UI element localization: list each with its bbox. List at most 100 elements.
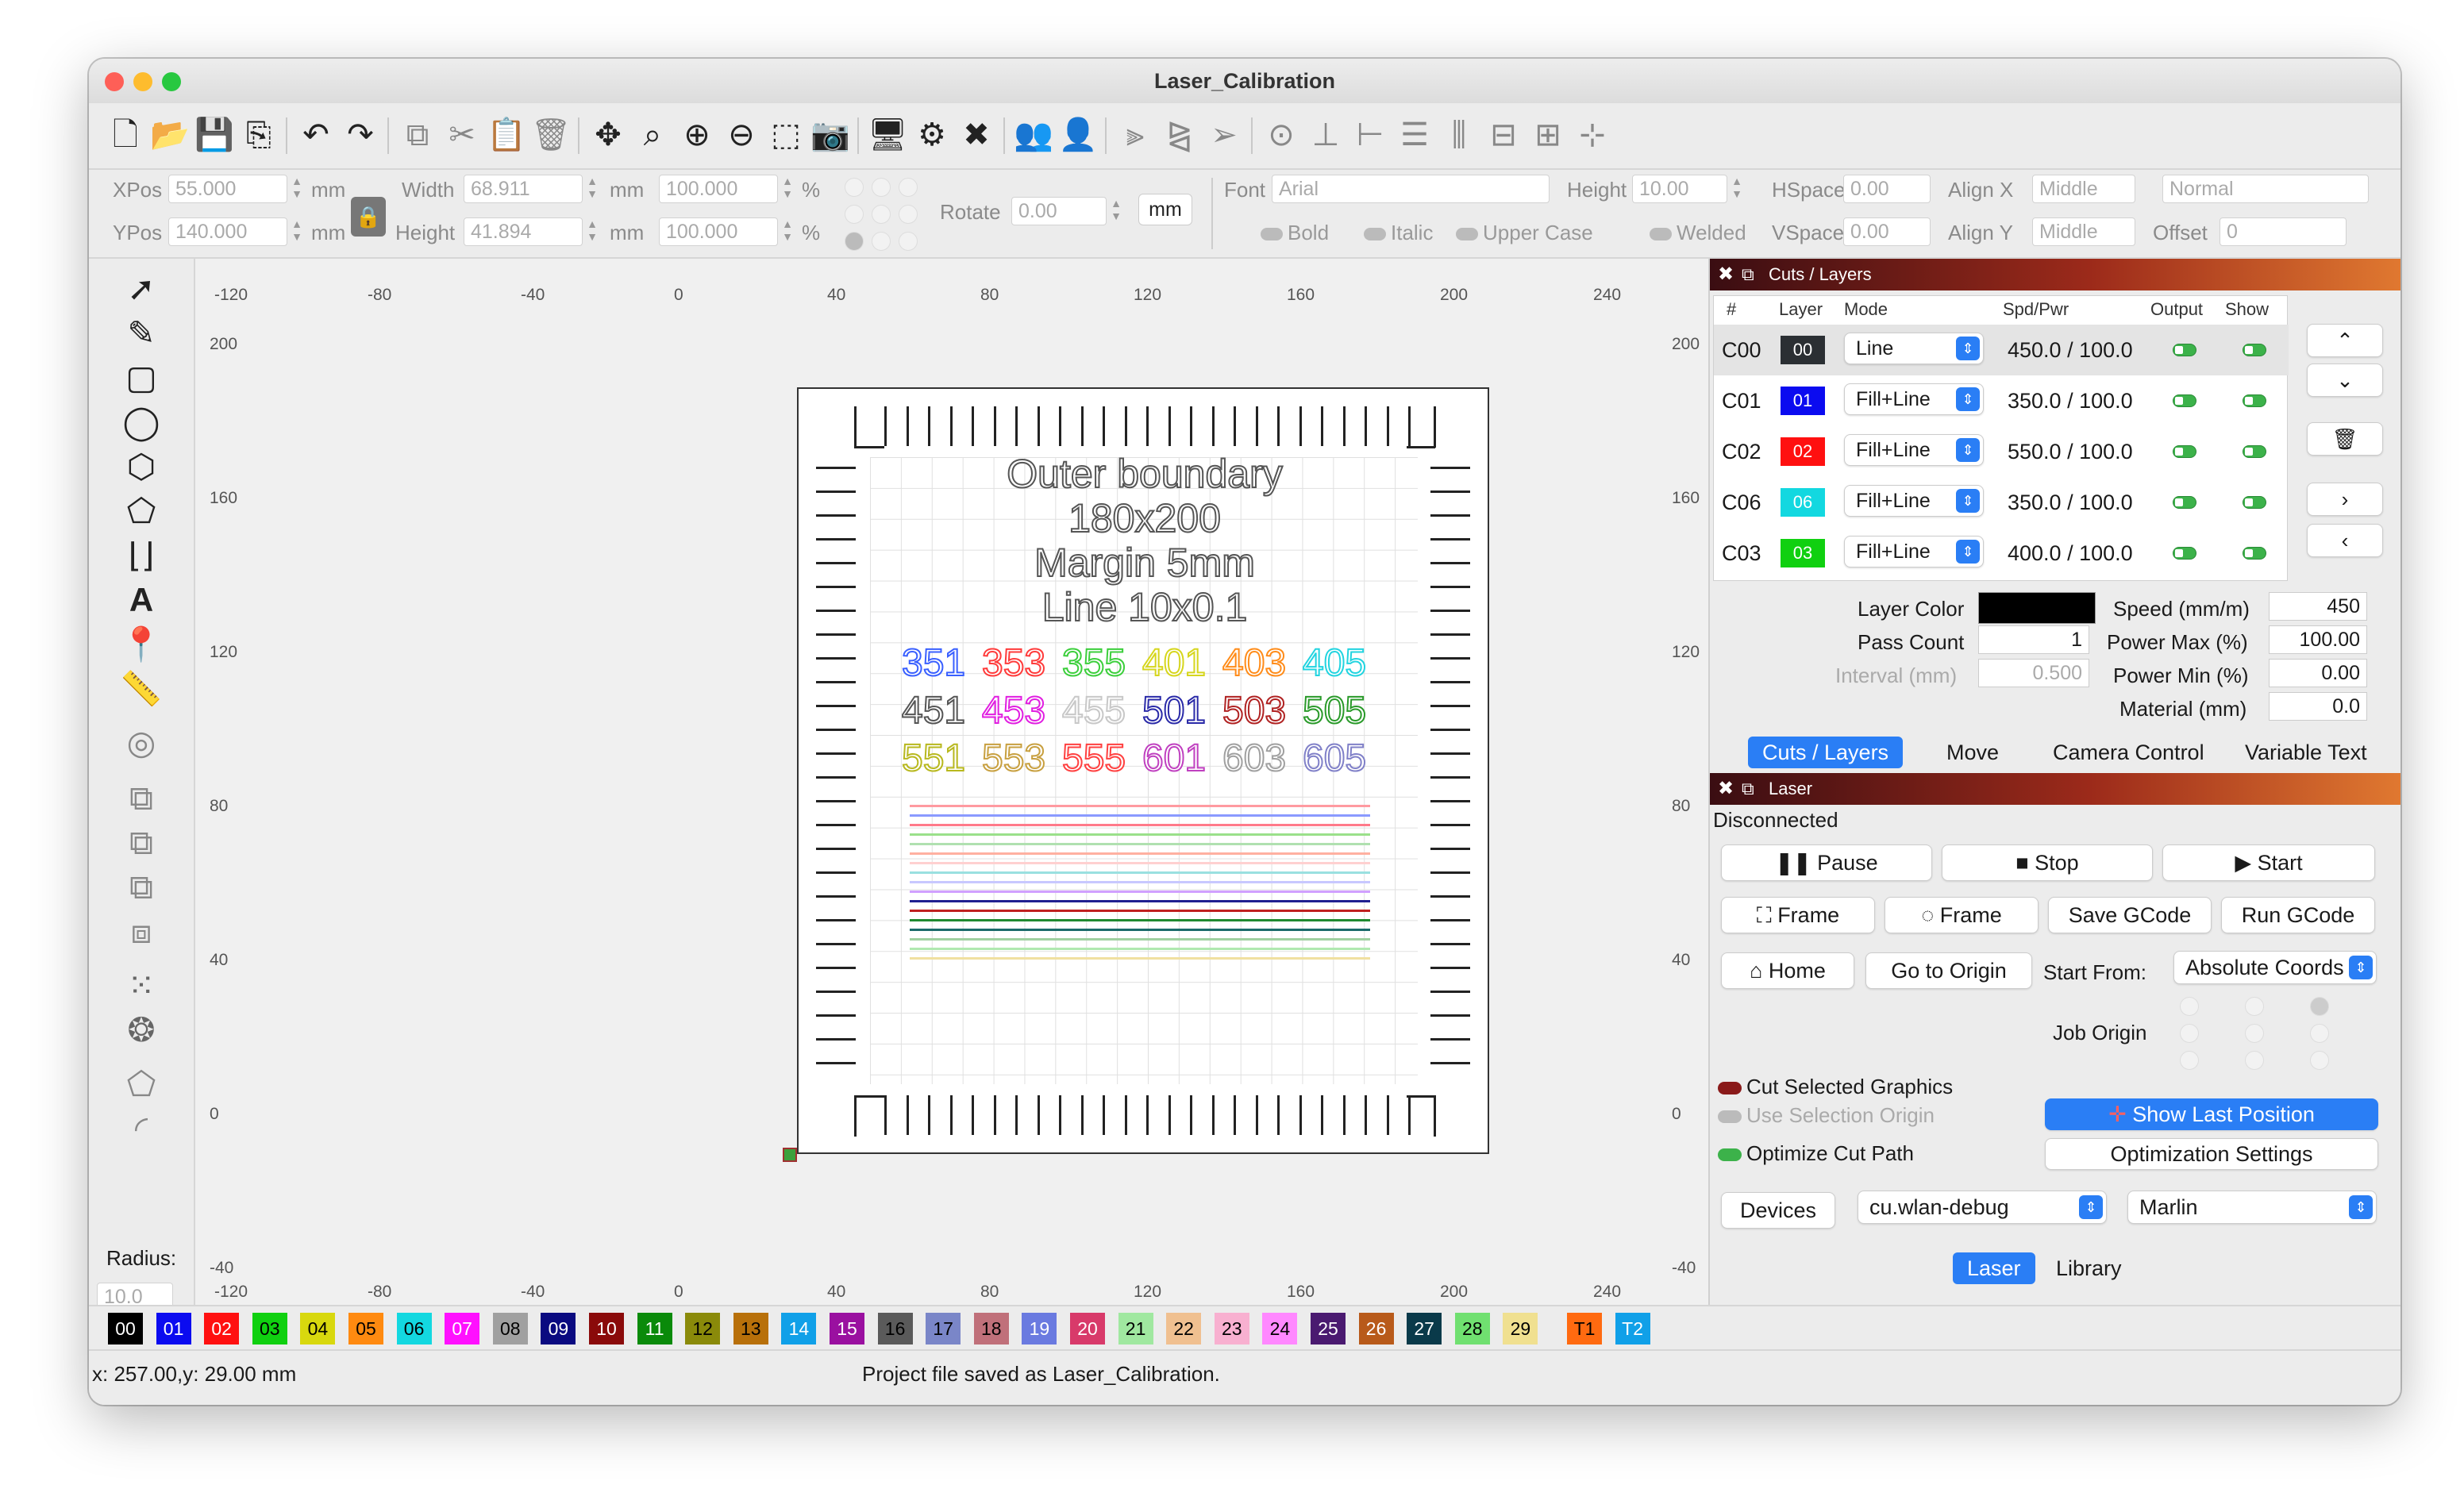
width-input[interactable]: 68.911 [464, 175, 583, 203]
measure-icon[interactable]: 📏 [117, 668, 165, 710]
palette-color-24[interactable]: 24 [1262, 1313, 1298, 1345]
optimize-cut-path-checkbox[interactable]: Optimize Cut Path [1718, 1141, 1914, 1166]
calibration-line[interactable] [910, 919, 1370, 921]
calibration-number[interactable]: 555 [1061, 737, 1126, 780]
font-height-stepper[interactable]: ▲ ▼ [1729, 175, 1745, 203]
palette-color-19[interactable]: 19 [1022, 1313, 1057, 1345]
mode-select[interactable]: Line ⇕ [1844, 333, 1984, 364]
text-icon[interactable]: A [117, 579, 165, 621]
palette-color-12[interactable]: 12 [685, 1313, 721, 1345]
zoom-out-icon[interactable]: ⊖ [719, 113, 764, 157]
stop-button[interactable]: ■ Stop [1942, 844, 2153, 881]
palette-color-29[interactable]: 29 [1503, 1313, 1538, 1345]
show-toggle[interactable] [2243, 547, 2266, 560]
space-h-icon[interactable]: ⊞ [1526, 113, 1570, 157]
redo-icon[interactable]: ↷ [338, 113, 383, 157]
use-selection-origin-checkbox[interactable]: Use Selection Origin [1718, 1103, 1935, 1128]
palette-color-21[interactable]: 21 [1118, 1313, 1153, 1345]
align-icon[interactable]: ⫸ [1113, 113, 1157, 157]
next-button[interactable]: › [2307, 483, 2383, 516]
group-icon[interactable]: 👥 [1011, 113, 1056, 157]
scale-height-input[interactable]: 100.000 [659, 217, 778, 246]
close-laser-panel-icon[interactable]: ✖ [1718, 773, 1734, 805]
mirror-icon[interactable]: ⧎ [1157, 113, 1202, 157]
save-gcode-button[interactable]: Save GCode [2048, 897, 2212, 933]
show-toggle[interactable] [2243, 445, 2266, 458]
prev-button[interactable]: ‹ [2307, 524, 2383, 557]
palette-color-01[interactable]: 01 [156, 1313, 191, 1345]
firmware-select[interactable]: Marlin ⇕ [2127, 1191, 2377, 1224]
alignx-select[interactable]: Middle [2032, 175, 2135, 203]
mode-select[interactable]: Fill+Line ⇕ [1844, 536, 1984, 567]
go-to-origin-button[interactable]: Go to Origin [1865, 952, 2032, 989]
offset-shapes-icon[interactable]: ◎ [117, 722, 165, 764]
space-v-icon[interactable]: ⊟ [1481, 113, 1526, 157]
palette-color-16[interactable]: 16 [877, 1313, 913, 1345]
xpos-stepper[interactable]: ▲ ▼ [289, 175, 305, 203]
pen-icon[interactable]: ✎ [117, 313, 165, 354]
calibration-line[interactable] [910, 957, 1370, 960]
corner-icon[interactable]: ⬠ [117, 1064, 165, 1105]
mode-select[interactable]: Fill+Line ⇕ [1844, 434, 1984, 466]
tab-camera-control[interactable]: Camera Control [2039, 737, 2219, 768]
layer-row[interactable]: C00 00 Line ⇕ 450.0 / 100.0 [1714, 325, 2289, 375]
show-toggle[interactable] [2243, 344, 2266, 356]
select-arrow-icon[interactable]: ➚ [117, 268, 165, 310]
palette-color-05[interactable]: 05 [348, 1313, 383, 1345]
font-height-input[interactable]: 10.00 [1632, 175, 1727, 203]
calibration-line[interactable] [910, 805, 1370, 807]
calibration-number[interactable]: 603 [1222, 737, 1287, 780]
anchor-point-grid[interactable] [845, 178, 924, 254]
palette-color-T2[interactable]: T2 [1615, 1313, 1650, 1345]
start-from-select[interactable]: Absolute Coords ⇕ [2173, 951, 2377, 984]
zoom-fit-icon[interactable]: ⌕ [630, 113, 675, 157]
palette-color-06[interactable]: 06 [396, 1313, 432, 1345]
calibration-number[interactable]: 553 [981, 737, 1046, 780]
edit-nodes-icon[interactable]: ⬠ [117, 490, 165, 532]
output-toggle[interactable] [2173, 344, 2196, 356]
calibration-number[interactable]: 401 [1142, 641, 1207, 685]
height-input[interactable]: 41.894 [464, 217, 583, 246]
position-laser-icon[interactable]: 📍 [117, 624, 165, 665]
calibration-number[interactable]: 501 [1142, 689, 1207, 733]
new-file-icon[interactable]: 🗋 [103, 113, 148, 157]
layer-color-swatch[interactable] [1978, 592, 2096, 624]
float-laser-panel-icon[interactable]: ⧉ [1742, 773, 1754, 805]
palette-color-03[interactable]: 03 [252, 1313, 287, 1345]
tab-laser[interactable]: Laser [1953, 1252, 2035, 1284]
layer-row[interactable]: C03 03 Fill+Line ⇕ 400.0 / 100.0 [1714, 528, 2289, 579]
boolean-intersection-icon[interactable]: ⧉ [117, 867, 165, 908]
layer-row[interactable]: C06 06 Fill+Line ⇕ 350.0 / 100.0 [1714, 477, 2289, 528]
speed-input[interactable]: 450 [2269, 592, 2367, 621]
rectangle-icon[interactable]: ▢ [117, 357, 165, 398]
close-panel-icon[interactable]: ✖ [1718, 259, 1734, 290]
power-min-input[interactable]: 0.00 [2269, 659, 2367, 687]
palette-color-13[interactable]: 13 [733, 1313, 768, 1345]
font-select[interactable]: Arial [1272, 175, 1550, 203]
tab-variable-text[interactable]: Variable Text [2231, 737, 2381, 768]
scale-width-stepper[interactable]: ▲ ▼ [780, 175, 795, 203]
home-button[interactable]: ⌂ Home [1721, 952, 1854, 989]
tab-library[interactable]: Library [2042, 1252, 2136, 1284]
pause-button[interactable]: ❚❚ Pause [1721, 844, 1932, 881]
palette-color-08[interactable]: 08 [492, 1313, 528, 1345]
palette-color-17[interactable]: 17 [926, 1313, 961, 1345]
open-folder-icon[interactable]: 📂 [148, 113, 192, 157]
calibration-number[interactable]: 453 [981, 689, 1046, 733]
margin-text[interactable]: Margin 5mm [799, 540, 1491, 586]
crosshair-icon[interactable]: ⊹ [1570, 113, 1615, 157]
boolean-union-icon[interactable]: ⧉ [117, 778, 165, 819]
palette-color-04[interactable]: 04 [300, 1313, 336, 1345]
close-window-button[interactable] [105, 72, 124, 91]
calibration-number[interactable]: 351 [901, 641, 966, 685]
palette-color-23[interactable]: 23 [1214, 1313, 1249, 1345]
save-icon[interactable]: 💾 [192, 113, 237, 157]
calibration-line[interactable] [910, 852, 1370, 855]
boolean-difference-icon[interactable]: ⧉ [117, 822, 165, 864]
ypos-stepper[interactable]: ▲ ▼ [289, 217, 305, 246]
monitor-icon[interactable]: 🖥 [865, 113, 910, 157]
calibration-line[interactable] [910, 948, 1370, 950]
calibration-line[interactable] [910, 862, 1370, 864]
port-select[interactable]: cu.wlan-debug ⇕ [1858, 1191, 2107, 1224]
tab-move[interactable]: Move [1932, 737, 2013, 768]
